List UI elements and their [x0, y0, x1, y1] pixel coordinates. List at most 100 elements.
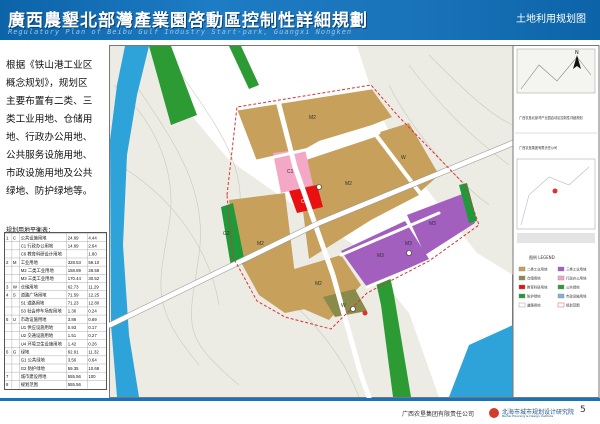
table-row: M3 三类工业用地 170.44 30.52	[21, 275, 100, 282]
table-cell: 公共设施用地	[21, 234, 47, 241]
legend-swatch	[518, 266, 526, 272]
table-cell: 4.44	[88, 235, 97, 240]
table-cell: 4	[6, 292, 9, 297]
legend-label: 公共绿地	[566, 285, 580, 290]
table-cell: 12.80	[88, 301, 99, 306]
table-cell: 59.35	[68, 366, 79, 371]
legend-swatch	[518, 293, 526, 299]
table-cell: 市政设施用地	[21, 316, 47, 323]
table-row: U4 环境卫生设施用地 1.42 0.26	[21, 340, 98, 347]
table-row: U1 供应设施用地 0.93 0.17	[21, 324, 98, 331]
map-label: M3	[377, 253, 384, 259]
table-cell: 3.56	[68, 358, 77, 363]
table-cell: 道路广场用地	[21, 291, 47, 298]
intro-line: 主要布置有二类、三	[6, 96, 93, 107]
table-cell: S1 道路用地	[21, 300, 45, 307]
key-map	[516, 48, 596, 94]
table-cell: 1.36	[68, 309, 77, 314]
table-cell: 71.59	[68, 292, 79, 297]
legend-swatch	[518, 284, 526, 290]
table-cell: 30.52	[88, 276, 99, 281]
legend-item: 市政设施用地	[557, 293, 587, 299]
table-cell: 7	[6, 374, 9, 379]
footer-institute-english: Beihai Planning & Design Institute	[502, 414, 554, 418]
table-cell: 1.42	[68, 341, 77, 346]
legend-label: 道路用地	[527, 303, 541, 308]
table-row: S3 社会停车场库用地 1.36 0.24	[21, 308, 98, 315]
table-cell: U4 环境卫生设施用地	[21, 340, 63, 347]
map-label: M2	[309, 115, 316, 121]
intro-line: 类工业用地、仓储用	[6, 114, 93, 125]
legend-swatch	[557, 275, 565, 281]
legend-swatch	[518, 275, 526, 281]
table-row: 4 S 道路广场用地 71.59 12.25	[6, 291, 100, 298]
table-cell: C6 教育科研设计用地	[21, 251, 63, 258]
table-cell: 2.64	[88, 243, 97, 248]
table-cell: C1 行政办公用地	[21, 242, 54, 249]
north-label: N	[575, 50, 579, 56]
table-cell: 仓储用地	[21, 283, 39, 290]
location-map	[516, 158, 596, 230]
table-cell: 工业用地	[21, 259, 39, 266]
table-row: C1 行政办公用地 14.69 2.64	[21, 242, 98, 249]
table-cell: 555.56	[68, 374, 82, 379]
table-cell: 100	[88, 374, 96, 379]
table-cell: 规划范围	[21, 381, 38, 388]
page-title-english: Regulatory Plan of Beibu Gulf Industry S…	[8, 28, 353, 36]
land-use-map: M2 M2 M2 M2 M3 M3 M3 W W C1 C1 G2 N 广西农垦…	[109, 45, 600, 398]
table-cell: 0.26	[88, 341, 97, 346]
table-cell: S	[13, 292, 16, 297]
table-row: 7 城市建设用地 555.56 100	[6, 373, 96, 380]
legend-item: 教育科研用地	[518, 284, 548, 290]
page: 廣西農墾北部灣產業園啓動區控制性詳細規劃 Regulatory Plan of …	[0, 0, 600, 424]
table-row: G2 防护绿地 59.35 10.68	[21, 365, 100, 372]
table-cell: 0.24	[88, 309, 97, 314]
table-cell: 11.32	[88, 349, 99, 354]
client-name: 广西农垦集团有限责任公司	[519, 145, 557, 150]
legend-swatch	[557, 266, 565, 272]
project-name: 广西农垦北部湾产业园启动区控制性详细规划	[519, 115, 583, 120]
legend-item: 三类工业用地	[557, 266, 587, 272]
table-cell: S3 社会停车场库用地	[21, 308, 63, 315]
table-cell: 59.10	[88, 260, 99, 265]
table-cell: 24.69	[68, 235, 79, 240]
legend-swatch	[557, 293, 565, 299]
table-row: M2 二类工业用地 158.89 28.58	[21, 267, 100, 274]
intro-line: 市政设施用地及公共	[6, 168, 93, 179]
legend-title: 图例 LEGEND	[529, 254, 555, 260]
institute-logo	[489, 408, 499, 418]
table-cell: 0.17	[88, 325, 97, 330]
footer: 广西农垦集团有限责任公司 北海市城市规划设计研究院 Beihai Plannin…	[0, 401, 600, 424]
intro-line: 绿地、防护绿地等。	[6, 186, 93, 197]
legend-item: 道路用地	[518, 302, 541, 308]
table-cell: 绿地	[21, 348, 30, 354]
header-banner: 廣西農墾北部灣產業園啓動區控制性詳細規劃 Regulatory Plan of …	[0, 0, 600, 40]
table-cell: 555.56	[68, 382, 82, 387]
table-cell: 28.58	[88, 268, 99, 273]
legend-item: 二类工业用地	[518, 266, 548, 272]
legend-label: 规划范围	[566, 303, 580, 308]
legend-swatch	[557, 284, 565, 290]
table-cell: M3 三类工业用地	[21, 275, 55, 282]
table-row: 8 规划范围 555.56	[6, 381, 82, 388]
table-cell: G	[13, 349, 17, 354]
table-cell: 8	[6, 382, 9, 387]
table-cell: 3	[6, 284, 9, 289]
intro-line: 概念规划》，规划区	[6, 78, 88, 89]
legend-swatch	[518, 302, 526, 308]
intro-text: 根据《铁山港工业区 概念规划》，规划区 主要布置有二类、三 类工业用地、仓储用 …	[6, 57, 106, 201]
table-cell: G2 防护绿地	[21, 365, 46, 372]
table-cell: 71.23	[68, 301, 79, 306]
table-row: 3 W 仓储用地 62.73 11.29	[6, 283, 99, 290]
legend-item: 行政办公用地	[557, 275, 587, 281]
legend-item: 公共绿地	[557, 284, 580, 290]
legend-label: 仓储用地	[527, 276, 541, 281]
table-cell: 5	[6, 317, 9, 322]
table-cell: 62.91	[68, 349, 79, 354]
table-cell: 0.64	[88, 358, 97, 363]
legend-label: 防护绿地	[527, 294, 541, 299]
map-label: W	[341, 303, 346, 309]
map-label: G2	[223, 231, 230, 237]
map-label: W	[401, 155, 406, 161]
legend-item: 防护绿地	[518, 293, 541, 299]
